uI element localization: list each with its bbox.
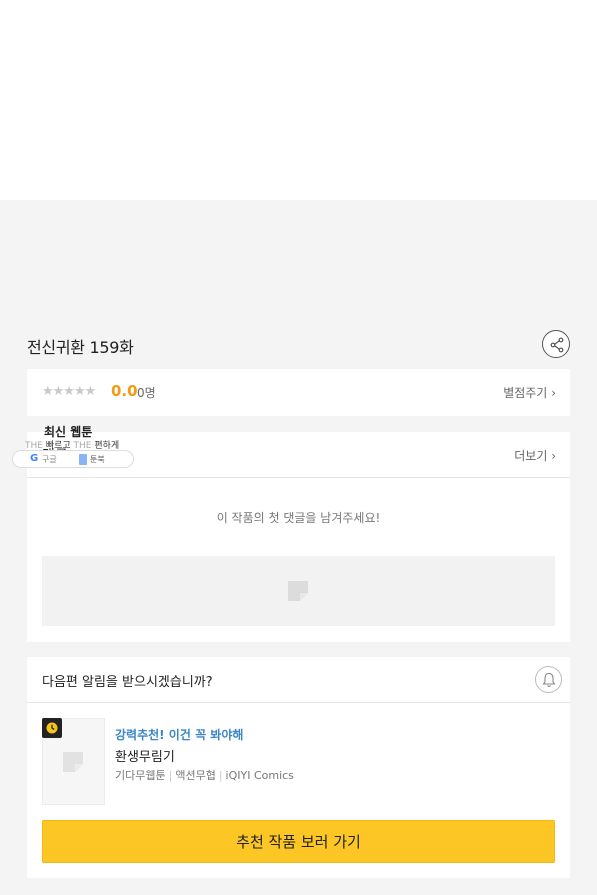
rate-label: 별점주기 <box>503 386 548 400</box>
clock-icon <box>46 722 58 734</box>
episode-title-row: 전신귀환 159화 <box>27 326 570 362</box>
floating-promo-badge[interactable]: 최신 웹툰 THE 빠르고 THE 편하게 G 구글 툰북 <box>12 421 134 469</box>
top-banner-area <box>0 0 597 200</box>
genre-separator: | <box>218 769 223 782</box>
rate-button[interactable]: 별점주기 › <box>503 384 556 401</box>
recommend-genres: 기다무웹툰 | 액션무협 | iQIYI Comics <box>115 767 294 783</box>
recommend-tag: 강력추천! 이건 꼭 봐야해 <box>115 728 244 742</box>
episode-title: 전신귀환 159화 <box>27 338 134 357</box>
notify-bell-button[interactable] <box>535 666 562 693</box>
more-label: 더보기 <box>514 449 548 463</box>
rating-card: ★★★★★ 0.0 0명 별점주기 › <box>27 369 570 416</box>
empty-comments-message: 이 작품의 첫 댓글을 남겨주세요! <box>216 511 381 525</box>
notify-card: 다음편 알림을 받으시겠습니까? 강력추천! 이건 꼭 봐야해 환생무림기 기다… <box>27 657 570 878</box>
recommend-title[interactable]: 환생무림기 <box>115 746 175 765</box>
chevron-right-icon: › <box>551 449 556 463</box>
google-icon: G <box>30 453 39 464</box>
genre-label: 기다무웹툰 <box>115 769 166 782</box>
share-icon <box>550 337 564 353</box>
book-icon <box>79 454 87 465</box>
comments-more-button[interactable]: 더보기 › <box>514 447 556 464</box>
notify-title: 다음편 알림을 받으시겠습니까? <box>42 675 213 690</box>
promo-pill[interactable]: G 구글 툰북 <box>12 450 134 468</box>
image-placeholder-icon <box>288 581 308 601</box>
rating-stars: ★★★★★ <box>42 384 96 399</box>
chevron-right-icon: › <box>551 386 556 400</box>
ad-placeholder[interactable] <box>42 556 555 626</box>
rating-count: 0명 <box>137 386 156 400</box>
wait-free-badge <box>42 718 62 738</box>
rating-score: 0.0 <box>111 382 138 400</box>
share-button[interactable] <box>542 330 570 358</box>
genre-label: 액션무협 <box>175 769 216 782</box>
bell-icon <box>542 672 556 688</box>
genre-label: iQIYI Comics <box>225 769 294 782</box>
notify-header: 다음편 알림을 받으시겠습니까? <box>27 657 570 703</box>
google-label: 구글 <box>42 455 57 464</box>
view-recommendations-button[interactable]: 추천 작품 보러 가기 <box>42 820 555 863</box>
image-placeholder-icon <box>63 752 83 772</box>
genre-separator: | <box>168 769 173 782</box>
book-label: 툰북 <box>90 455 105 464</box>
